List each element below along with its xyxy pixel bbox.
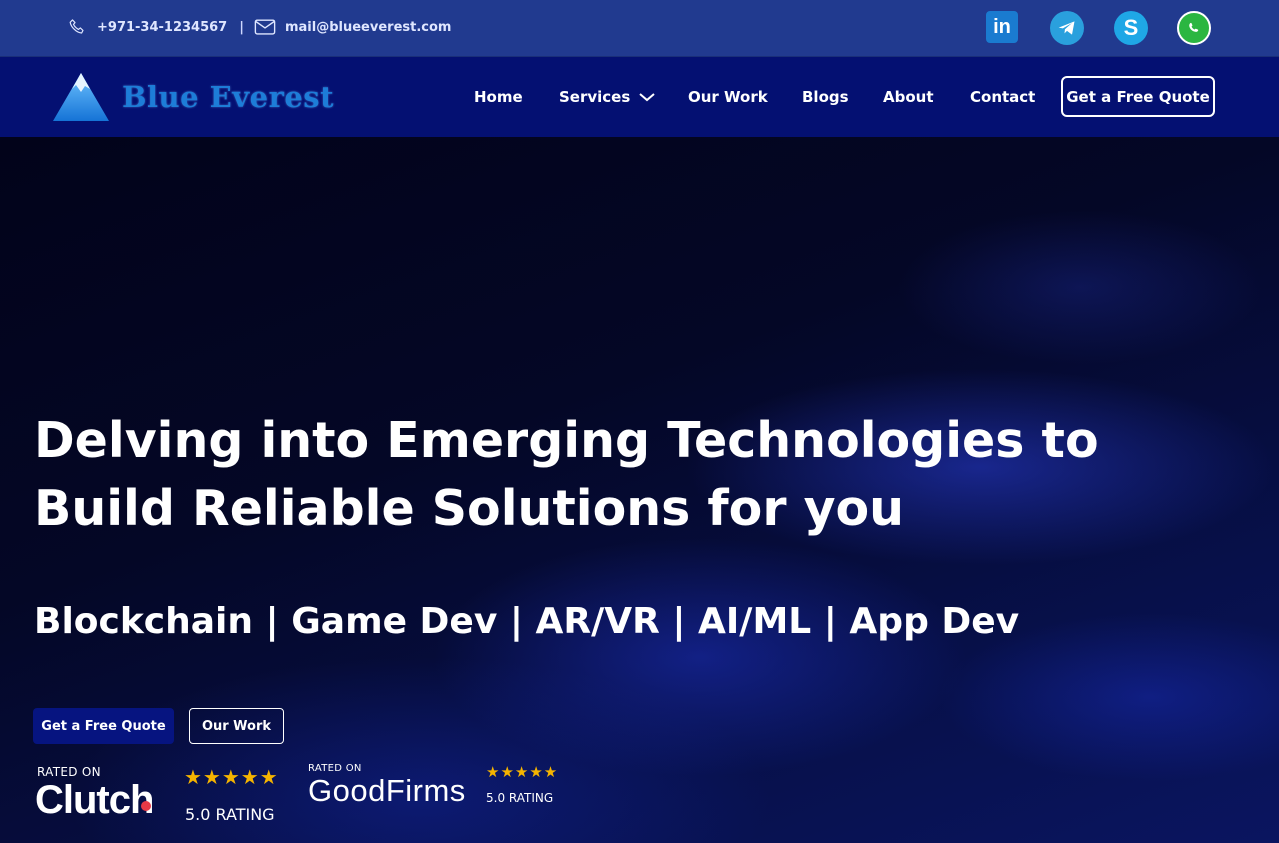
- clutch-logo[interactable]: Clutch: [35, 778, 154, 823]
- goodfirms-logo[interactable]: GoodFirms: [308, 773, 466, 809]
- main-navbar: Blue Everest Home Services Our Work Blog…: [0, 57, 1279, 137]
- clutch-stars: ★★★★★: [184, 765, 279, 789]
- hero-subtitle: Blockchain | Game Dev | AR/VR | AI/ML | …: [34, 601, 1020, 642]
- logo[interactable]: Blue Everest: [52, 71, 334, 123]
- email-address[interactable]: mail@blueeverest.com: [285, 20, 451, 35]
- hero-section: Delving into Emerging Technologies to Bu…: [0, 137, 1279, 843]
- hero-title: Delving into Emerging Technologies to Bu…: [34, 412, 1099, 537]
- nav-services-label: Services: [559, 88, 631, 106]
- chevron-down-icon: [639, 93, 655, 102]
- goodfirms-stars: ★★★★★: [486, 763, 559, 781]
- contact-info: +971-34-1234567 | mail@blueeverest.com: [66, 16, 451, 38]
- nav-contact[interactable]: Contact: [970, 88, 1035, 106]
- hero-quote-button[interactable]: Get a Free Quote: [33, 708, 174, 744]
- phone-number[interactable]: +971-34-1234567: [97, 20, 227, 35]
- nav-our-work[interactable]: Our Work: [688, 88, 768, 106]
- nav-home[interactable]: Home: [474, 88, 523, 106]
- goodfirms-rating: 5.0 RATING: [486, 791, 554, 805]
- clutch-rated-on: RATED ON: [37, 765, 101, 779]
- hero-our-work-button[interactable]: Our Work: [189, 708, 284, 744]
- nav-blogs[interactable]: Blogs: [802, 88, 849, 106]
- mail-icon: [254, 16, 276, 38]
- skype-icon[interactable]: S: [1114, 11, 1148, 45]
- logo-text: Blue Everest: [122, 80, 335, 114]
- whatsapp-icon[interactable]: [1177, 11, 1211, 45]
- clutch-dot-icon: [141, 801, 151, 811]
- telegram-icon[interactable]: [1050, 11, 1084, 45]
- get-quote-button[interactable]: Get a Free Quote: [1061, 76, 1215, 117]
- mountain-logo-icon: [53, 73, 109, 121]
- nav-about[interactable]: About: [883, 88, 934, 106]
- phone-icon: [66, 16, 88, 38]
- contact-separator: |: [239, 19, 244, 35]
- clutch-rating: 5.0 RATING: [185, 805, 275, 824]
- top-contact-bar: +971-34-1234567 | mail@blueeverest.com i…: [0, 0, 1279, 57]
- nav-services[interactable]: Services: [559, 88, 656, 106]
- linkedin-icon[interactable]: in: [986, 11, 1018, 43]
